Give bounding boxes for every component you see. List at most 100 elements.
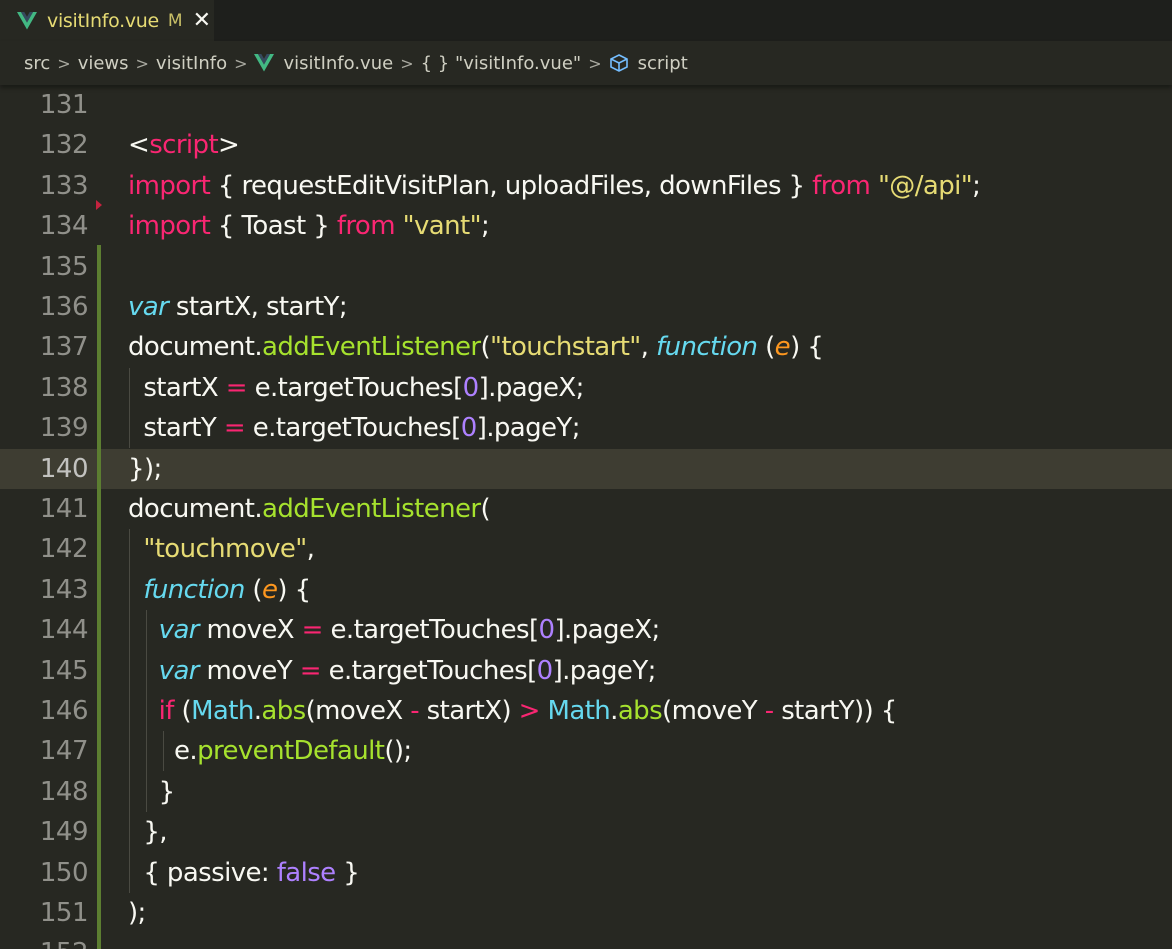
code-token: }, bbox=[128, 817, 167, 848]
code-token: 0 bbox=[462, 372, 480, 403]
code-token: = bbox=[223, 413, 246, 444]
line-number: 138 bbox=[39, 372, 89, 403]
line-code: function (e) { bbox=[128, 570, 311, 610]
code-token: abs bbox=[261, 696, 306, 726]
code-line[interactable]: 138 startX = e.targetTouches[0].pageX; bbox=[0, 368, 1172, 408]
code-line[interactable]: 136 var startX, startY; bbox=[0, 287, 1172, 327]
code-line[interactable]: 150 { passive: false } bbox=[0, 853, 1172, 893]
code-token: { requestEditVisitPlan, uploadFiles, dow… bbox=[210, 170, 813, 201]
code-token: addEventListener bbox=[262, 494, 481, 524]
line-code: var moveX = e.targetTouches[0].pageX; bbox=[128, 610, 661, 650]
code-token: function bbox=[656, 332, 758, 363]
line-code: import { Toast } from "vant"; bbox=[128, 206, 490, 246]
code-token: e.targetTouches[ bbox=[322, 615, 540, 646]
line-code: e.preventDefault(); bbox=[128, 731, 412, 771]
code-line[interactable]: 140}); bbox=[0, 448, 1172, 489]
line-number: 145 bbox=[39, 655, 89, 686]
line-number: 136 bbox=[39, 292, 89, 322]
line-number: 152 bbox=[0, 933, 89, 949]
code-token: ( bbox=[480, 332, 491, 363]
code-line[interactable]: 145 var moveY = e.targetTouches[0].pageY… bbox=[0, 651, 1172, 691]
tab-visitinfo-vue[interactable]: visitInfo.vue M ✕ bbox=[0, 0, 214, 41]
line-code: }); bbox=[128, 449, 162, 489]
code-token: }); bbox=[128, 453, 162, 484]
code-token: (); bbox=[384, 736, 412, 767]
breadcrumb-item-script[interactable]: script bbox=[638, 53, 688, 74]
code-token: - bbox=[410, 696, 420, 726]
code-line[interactable]: 147 e.preventDefault(); bbox=[0, 731, 1172, 771]
line-code: "touchmove", bbox=[128, 529, 315, 569]
code-token: script bbox=[149, 130, 219, 161]
code-token: ].pageX; bbox=[554, 615, 661, 646]
code-token: { Toast } bbox=[210, 211, 337, 242]
chevron-right-icon: > bbox=[588, 53, 602, 73]
line-code: startX = e.targetTouches[0].pageX; bbox=[128, 368, 584, 408]
code-line[interactable]: 131 bbox=[0, 85, 1172, 125]
breadcrumb-item-module[interactable]: { } "visitInfo.vue" bbox=[421, 53, 582, 74]
code-line[interactable]: 134 import { Toast } from "vant"; bbox=[0, 206, 1172, 246]
code-line[interactable]: 139 startY = e.targetTouches[0].pageY; bbox=[0, 408, 1172, 448]
code-token: ); bbox=[128, 898, 146, 928]
code-token: "@/api" bbox=[877, 170, 973, 201]
code-line[interactable]: 143 function (e) { bbox=[0, 570, 1172, 610]
code-token: import bbox=[128, 211, 211, 242]
line-number: 142 bbox=[39, 534, 89, 565]
line-code: } bbox=[128, 772, 176, 812]
line-number: 139 bbox=[39, 413, 89, 444]
code-token: e.targetTouches[ bbox=[246, 372, 464, 403]
code-line[interactable]: 151); bbox=[0, 893, 1172, 933]
code-line[interactable]: 142 "touchmove", bbox=[0, 529, 1172, 569]
code-line[interactable]: 132 <script> bbox=[0, 125, 1172, 165]
line-number: 141 bbox=[39, 494, 89, 524]
line-code: var moveY = e.targetTouches[0].pageY; bbox=[128, 651, 657, 691]
breadcrumb-item-src[interactable]: src bbox=[24, 53, 50, 74]
breadcrumb-item-views[interactable]: views bbox=[78, 53, 129, 74]
code-token: moveX bbox=[198, 615, 302, 646]
line-number: 147 bbox=[39, 736, 89, 767]
code-token: startY bbox=[128, 413, 224, 444]
code-line[interactable]: 148 } bbox=[0, 772, 1172, 812]
code-line[interactable]: 133 import { requestEditVisitPlan, upload… bbox=[0, 166, 1172, 206]
line-code: }, bbox=[128, 812, 167, 852]
close-icon[interactable]: ✕ bbox=[193, 9, 211, 32]
code-token: from bbox=[812, 170, 871, 201]
line-number: 137 bbox=[39, 332, 89, 363]
code-token: (moveY bbox=[662, 696, 765, 726]
code-token: false bbox=[276, 857, 336, 888]
code-token: , bbox=[306, 534, 315, 565]
code-line[interactable]: 152 bbox=[0, 933, 1172, 949]
code-token: startX bbox=[128, 372, 226, 403]
indent-guide bbox=[163, 731, 164, 771]
code-line[interactable]: 149 }, bbox=[0, 812, 1172, 852]
code-line[interactable]: 135 bbox=[0, 247, 1172, 287]
code-line[interactable]: 137 document.addEventListener("touchstart… bbox=[0, 327, 1172, 367]
code-token: = bbox=[301, 615, 324, 646]
line-number: 149 bbox=[39, 817, 89, 848]
code-line[interactable]: 146 if (Math.abs(moveX - startX) > Math.… bbox=[0, 691, 1172, 731]
code-token: . bbox=[610, 696, 618, 726]
code-line[interactable]: 141 document.addEventListener( bbox=[0, 489, 1172, 529]
code-token: > bbox=[218, 130, 240, 161]
code-token: ( bbox=[480, 494, 491, 524]
indent-guide bbox=[146, 610, 147, 812]
breadcrumb-item-file[interactable]: visitInfo.vue bbox=[283, 53, 393, 74]
code-editor[interactable]: 131 132 <script> 133 import { requestEditVis… bbox=[0, 85, 1172, 949]
code-token: - bbox=[764, 696, 774, 726]
code-line[interactable]: 144 var moveX = e.targetTouches[0].pageX… bbox=[0, 610, 1172, 650]
line-code: var startX, startY; bbox=[128, 287, 348, 327]
code-token: { passive: bbox=[128, 857, 277, 888]
code-token: ( bbox=[757, 332, 775, 363]
code-token: startY)) { bbox=[773, 696, 897, 726]
vue-logo-icon bbox=[16, 11, 38, 31]
code-token: ; bbox=[972, 170, 981, 201]
line-code: { passive: false } bbox=[128, 853, 359, 893]
line-number: 150 bbox=[39, 857, 89, 888]
breadcrumb-item-visitinfo-folder[interactable]: visitInfo bbox=[156, 53, 227, 74]
vue-logo-icon bbox=[254, 54, 275, 72]
line-code: import { requestEditVisitPlan, uploadFil… bbox=[128, 166, 981, 206]
